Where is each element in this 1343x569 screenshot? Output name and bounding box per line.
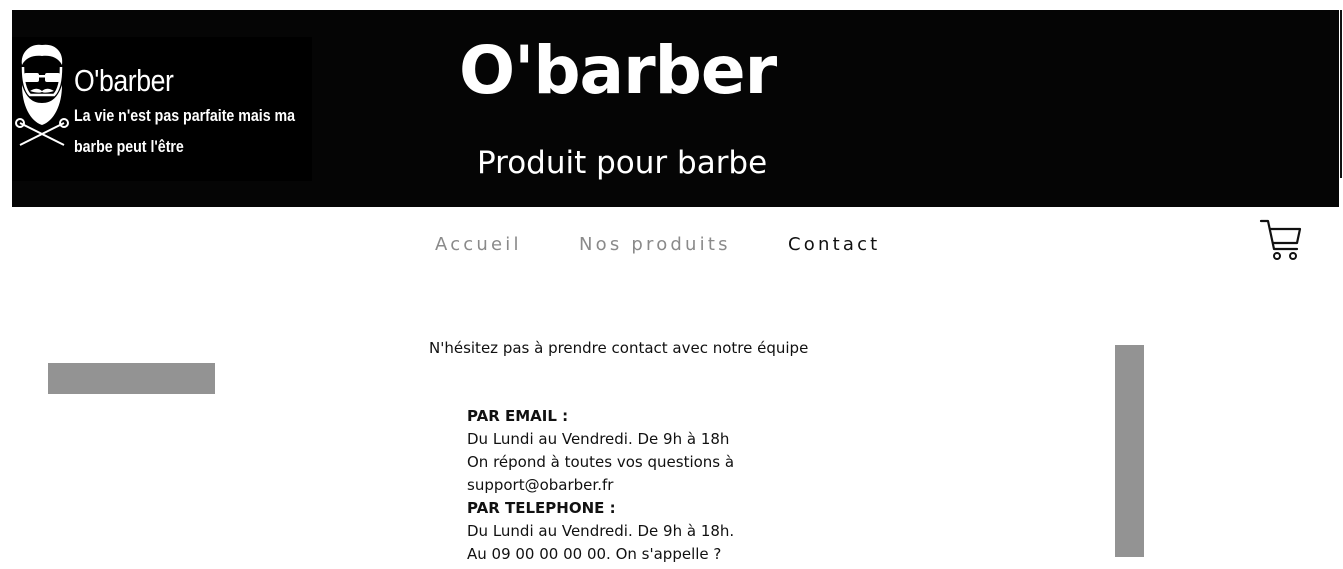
email-address[interactable]: support@obarber.fr — [467, 474, 734, 497]
shopping-cart-icon[interactable] — [1259, 219, 1303, 261]
nav-item-accueil[interactable]: Accueil — [435, 234, 522, 256]
phone-label: PAR TELEPHONE : — [467, 499, 616, 517]
logo-title: O'barber — [74, 63, 174, 98]
logo-tagline: La vie n'est pas parfaite mais ma barbe … — [74, 107, 296, 156]
email-label: PAR EMAIL : — [467, 407, 569, 425]
nav-item-nos-produits[interactable]: Nos produits — [579, 234, 731, 256]
site-subtitle: Produit pour barbe — [477, 145, 768, 181]
image-placeholder-left — [48, 363, 215, 394]
phone-number: Au 09 00 00 00 00. On s'appelle ? — [467, 545, 722, 563]
email-note: On répond à toutes vos questions à — [467, 453, 735, 471]
phone-hours: Du Lundi au Vendredi. De 9h à 18h. — [467, 522, 735, 540]
image-placeholder-right — [1115, 345, 1144, 557]
barber-face-icon — [15, 44, 69, 146]
scrollbar[interactable] — [1339, 0, 1343, 207]
logo[interactable]: O'barber La vie n'est pas parfaite mais … — [12, 37, 312, 181]
site-title[interactable]: O'barber — [459, 38, 777, 104]
email-hours: Du Lundi au Vendredi. De 9h à 18h — [467, 430, 730, 448]
contact-intro: N'hésitez pas à prendre contact avec not… — [429, 339, 809, 357]
nav-item-contact[interactable]: Contact — [788, 234, 880, 256]
contact-details: PAR EMAIL : Du Lundi au Vendredi. De 9h … — [467, 405, 734, 566]
